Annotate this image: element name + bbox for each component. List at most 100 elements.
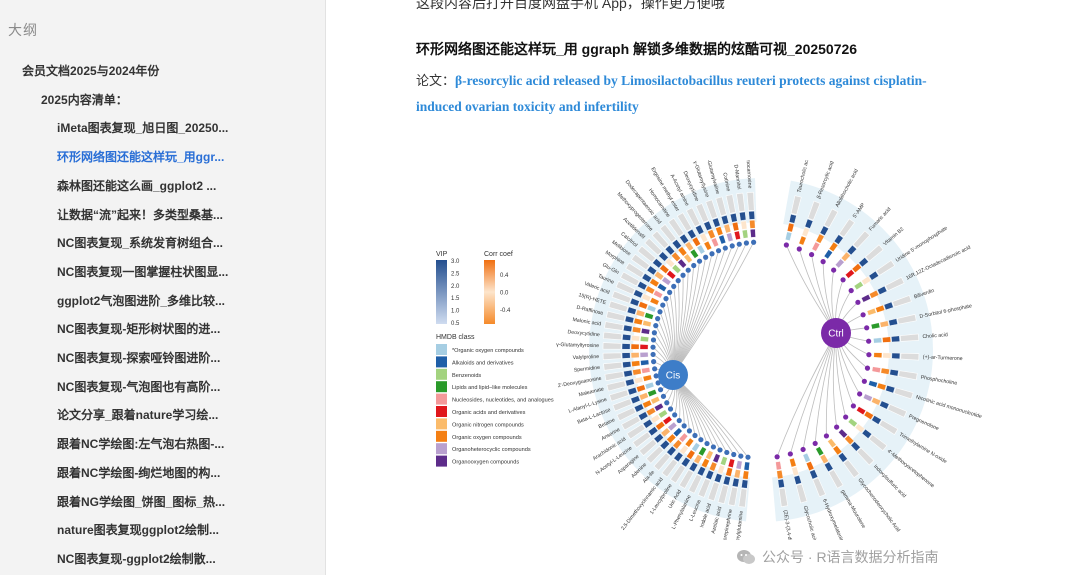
hmdb-swatch — [436, 455, 447, 467]
hmdb-cell — [703, 240, 713, 251]
outline-item[interactable]: 跟着NG学绘图_饼图_图标_热... — [57, 493, 225, 510]
outline-item[interactable]: NC图表复现-矩形树状图的进... — [57, 320, 220, 337]
hmdb-cell — [653, 402, 664, 412]
metabolite-node — [655, 316, 661, 322]
hmdb-cell — [640, 327, 651, 335]
figure-ring: Taurocholic acid β-Resorcylic acidAllolit… — [556, 160, 983, 540]
hmdb-cell — [691, 442, 701, 453]
vip-cell — [891, 352, 901, 360]
label-cell — [900, 352, 920, 361]
hmdb-cell — [815, 446, 825, 457]
metabolite-node — [685, 267, 691, 273]
hmdb-swatch — [436, 443, 447, 455]
outline-item[interactable]: iMeta图表复现_旭日图_20250... — [57, 119, 228, 136]
metabolite-node — [866, 338, 872, 344]
hmdb-cell — [726, 232, 734, 242]
metabolite-node — [722, 245, 728, 251]
vip-cell — [777, 478, 785, 489]
outline-item[interactable]: 让数据“流”起来！多类型桑基... — [57, 206, 223, 223]
hmdb-swatch — [436, 368, 447, 380]
outline-item[interactable]: 森林图还能这么画_ggplot2 ... — [57, 177, 216, 194]
metabolite-node — [855, 299, 861, 305]
metabolite-node — [715, 248, 722, 254]
vip-colorbar — [436, 260, 447, 324]
outline-item[interactable]: 环形网络图还能这样玩_用ggr... — [57, 148, 224, 165]
outline-sidebar: 大纲 会员文档2025与2024年份 2025内容清单： iMeta图表复现_旭日图… — [0, 0, 326, 575]
outline-item[interactable]: ggplot2气泡图进阶_多维比较... — [57, 292, 225, 309]
corr-cell — [632, 368, 642, 376]
vip-cell — [741, 479, 749, 489]
cis-hub-label: Cis — [666, 371, 680, 382]
vip-tick-label: 1.5 — [451, 296, 460, 302]
outline-item[interactable]: NC图表复现一图掌握柱状图显... — [57, 263, 228, 280]
metabolite-node — [667, 406, 674, 412]
outline-item[interactable]: NC图表复现_系统发育树组合... — [57, 234, 223, 251]
hmdb-cell — [657, 283, 667, 292]
outline-item[interactable]: 论文分享_跟着nature学习绘... — [57, 406, 218, 423]
hmdb-cell — [671, 264, 682, 274]
hmdb-cell — [775, 461, 782, 471]
hmdb-cell — [847, 418, 858, 428]
hmdb-swatch — [436, 344, 447, 355]
hmdb-swatch — [436, 430, 447, 442]
metabolite-node — [692, 432, 698, 439]
outline-item[interactable]: 会员文档2025与2024年份 — [22, 62, 159, 79]
label-cell — [746, 191, 755, 211]
metabolite-node — [738, 453, 744, 459]
paper-title-link[interactable]: β-resorcylic acid released by Limosilact… — [416, 73, 927, 114]
metabolite-node — [745, 454, 751, 460]
outline-item[interactable]: 2025内容清单： — [41, 91, 128, 108]
hmdb-label: Nucleosides, nucleotides, and analogues — [452, 398, 554, 404]
corr-cell — [630, 343, 640, 350]
vip-cell — [739, 211, 747, 221]
metabolite-node — [650, 344, 656, 350]
metabolite-node — [823, 433, 830, 439]
corr-colorbar — [484, 260, 495, 324]
metabolite-node — [812, 440, 818, 447]
metabolite-node — [696, 258, 703, 264]
wechat-icon — [737, 550, 755, 564]
outline-item[interactable]: 跟着NC学绘图:左气泡右热图-... — [57, 435, 224, 452]
hmdb-label: Organic oxygen compounds — [452, 435, 522, 441]
hmdb-cell — [649, 297, 660, 306]
outline-item[interactable]: NC图表复现-探索哑铃图进阶... — [57, 349, 220, 366]
corr-tick-label: -0.4 — [500, 308, 511, 314]
vip-cell — [621, 352, 631, 359]
metabolite-node — [652, 366, 658, 372]
top-partial-text: 这段内容后打开百度网盘手机 App，操作更方便哦 — [416, 0, 725, 11]
outline-item[interactable]: 跟着NC学绘图-绚烂地图的构... — [57, 464, 220, 481]
corr-cell — [882, 352, 892, 359]
corr-cell — [733, 469, 741, 479]
hmdb-cell — [798, 235, 807, 246]
metabolite-node — [860, 312, 866, 318]
hmdb-cell — [727, 458, 735, 468]
corr-cell — [749, 219, 756, 229]
corr-cell — [731, 221, 740, 232]
outline-item[interactable]: NC图表复现-ggplot2绘制散... — [57, 550, 216, 567]
metabolite-node — [703, 254, 709, 260]
hmdb-swatch — [436, 381, 447, 393]
hmdb-cell — [658, 409, 668, 419]
hmdb-cell — [827, 438, 837, 449]
paper-line: 论文：β-resorcylic acid released by Limosil… — [416, 68, 936, 119]
metabolite-node — [680, 272, 686, 278]
hmdb-cell — [653, 289, 664, 299]
vip-tick-label: 1.0 — [451, 309, 460, 315]
metabolite-node — [864, 325, 870, 331]
outline-item[interactable]: NC图表复现-气泡图也有高阶... — [57, 378, 220, 395]
hmdb-cell — [871, 366, 881, 374]
metabolite-node — [850, 403, 856, 409]
hmdb-cell — [647, 389, 658, 398]
hmdb-cell — [642, 374, 653, 382]
corr-cell — [631, 360, 641, 367]
metabolite-node — [820, 259, 826, 265]
hmdb-cell — [644, 381, 655, 390]
metabolite-node — [651, 330, 657, 336]
hmdb-cell — [873, 352, 883, 358]
metabolite-node — [796, 246, 802, 252]
outline-item[interactable]: nature图表复现ggplot2绘制... — [57, 521, 219, 538]
hmdb-cell — [640, 336, 649, 342]
metabolite-node — [663, 296, 669, 302]
hmdb-cell — [683, 253, 693, 264]
metabolite-node — [650, 351, 656, 358]
